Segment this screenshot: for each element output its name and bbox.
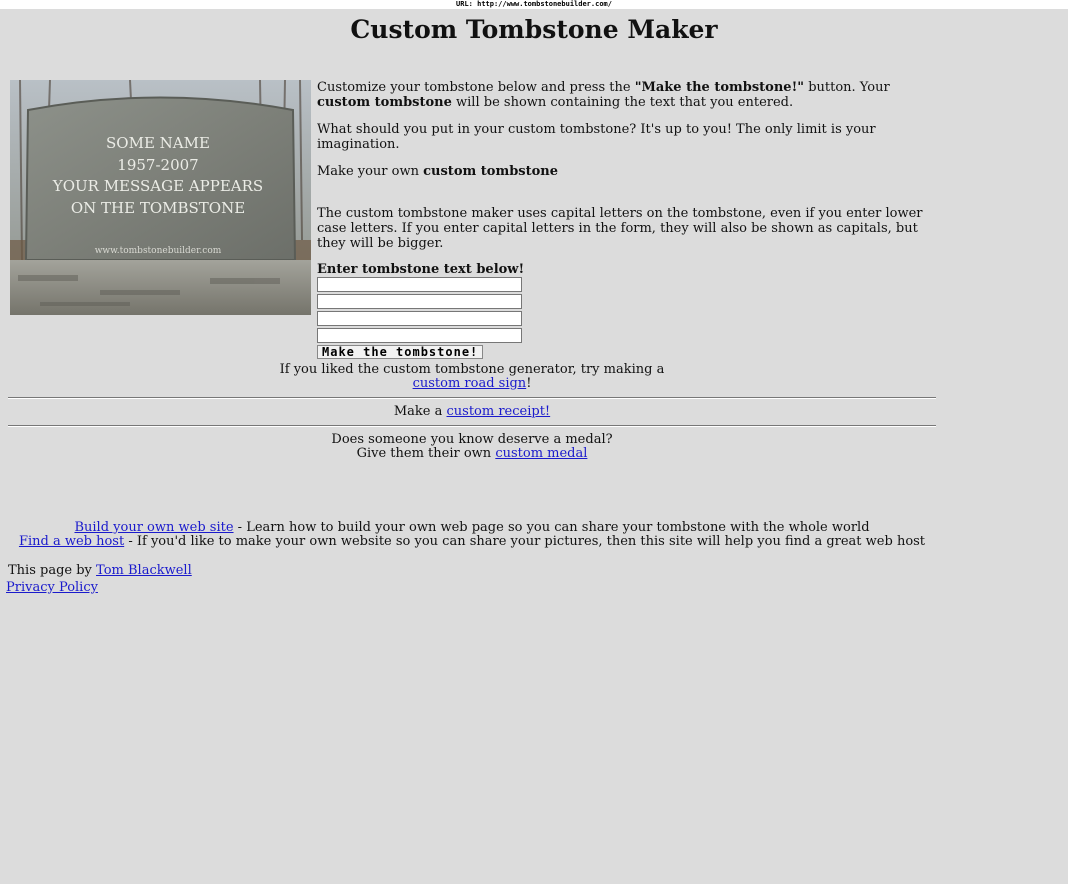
medal-question: Does someone you know deserve a medal? bbox=[331, 432, 613, 447]
custom-medal-link[interactable]: custom medal bbox=[495, 446, 587, 461]
tomb-watermark: www.tombstonebuilder.com bbox=[95, 246, 222, 256]
privacy-policy: Privacy Policy bbox=[6, 580, 98, 595]
build-web-site-link[interactable]: Build your own web site bbox=[74, 520, 233, 535]
custom-road-sign-link[interactable]: custom road sign bbox=[413, 376, 527, 391]
divider bbox=[8, 425, 936, 427]
road-sign-promo: If you liked the custom tombstone genera… bbox=[8, 363, 936, 391]
tombstone-image: SOME NAME 1957-2007 YOUR MESSAGE APPEARS… bbox=[10, 80, 311, 315]
make-tombstone-button[interactable]: Make the tombstone! bbox=[317, 345, 484, 359]
byline: This page by Tom Blackwell bbox=[8, 563, 192, 578]
tomb-line-2: 1957-2007 bbox=[117, 156, 198, 174]
find-web-host-link[interactable]: Find a web host bbox=[19, 534, 124, 549]
page-title: Custom Tombstone Maker bbox=[350, 15, 718, 44]
custom-receipt-link[interactable]: custom receipt! bbox=[447, 404, 551, 419]
divider bbox=[8, 397, 936, 399]
medal-promo: Does someone you know deserve a medal? G… bbox=[8, 433, 936, 461]
tombstone-text-input-2[interactable] bbox=[317, 294, 522, 309]
intro-paragraph-1: Customize your tombstone below and press… bbox=[317, 80, 890, 110]
footer-links: Build your own web site - Learn how to b… bbox=[18, 520, 926, 549]
intro-paragraph-2: What should you put in your custom tombs… bbox=[317, 122, 876, 152]
tomb-line-3: YOUR MESSAGE APPEARS bbox=[52, 177, 263, 195]
author-link[interactable]: Tom Blackwell bbox=[96, 563, 192, 578]
intro-section: Customize your tombstone below and press… bbox=[317, 80, 927, 360]
tombstone-text-input-3[interactable] bbox=[317, 311, 522, 326]
intro-paragraph-4: The custom tombstone maker uses capital … bbox=[317, 206, 923, 251]
tomb-line-1: SOME NAME bbox=[106, 134, 210, 152]
receipt-promo: Make a custom receipt! bbox=[393, 404, 551, 419]
road-sign-text: If you liked the custom tombstone genera… bbox=[279, 362, 665, 377]
url-bar: URL: http://www.tombstonebuilder.com/ bbox=[0, 0, 1068, 9]
tombstone-form: Enter tombstone text below! Make the tom… bbox=[317, 262, 927, 360]
privacy-policy-link[interactable]: Privacy Policy bbox=[6, 580, 98, 595]
tombstone-picture: SOME NAME 1957-2007 YOUR MESSAGE APPEARS… bbox=[10, 80, 311, 315]
tomb-line-4: ON THE TOMBSTONE bbox=[71, 199, 245, 217]
form-label: Enter tombstone text below! bbox=[317, 262, 525, 277]
intro-paragraph-3: Make your own custom tombstone bbox=[317, 164, 559, 179]
tombstone-text-input-4[interactable] bbox=[317, 328, 522, 343]
tombstone-text-input-1[interactable] bbox=[317, 277, 522, 292]
